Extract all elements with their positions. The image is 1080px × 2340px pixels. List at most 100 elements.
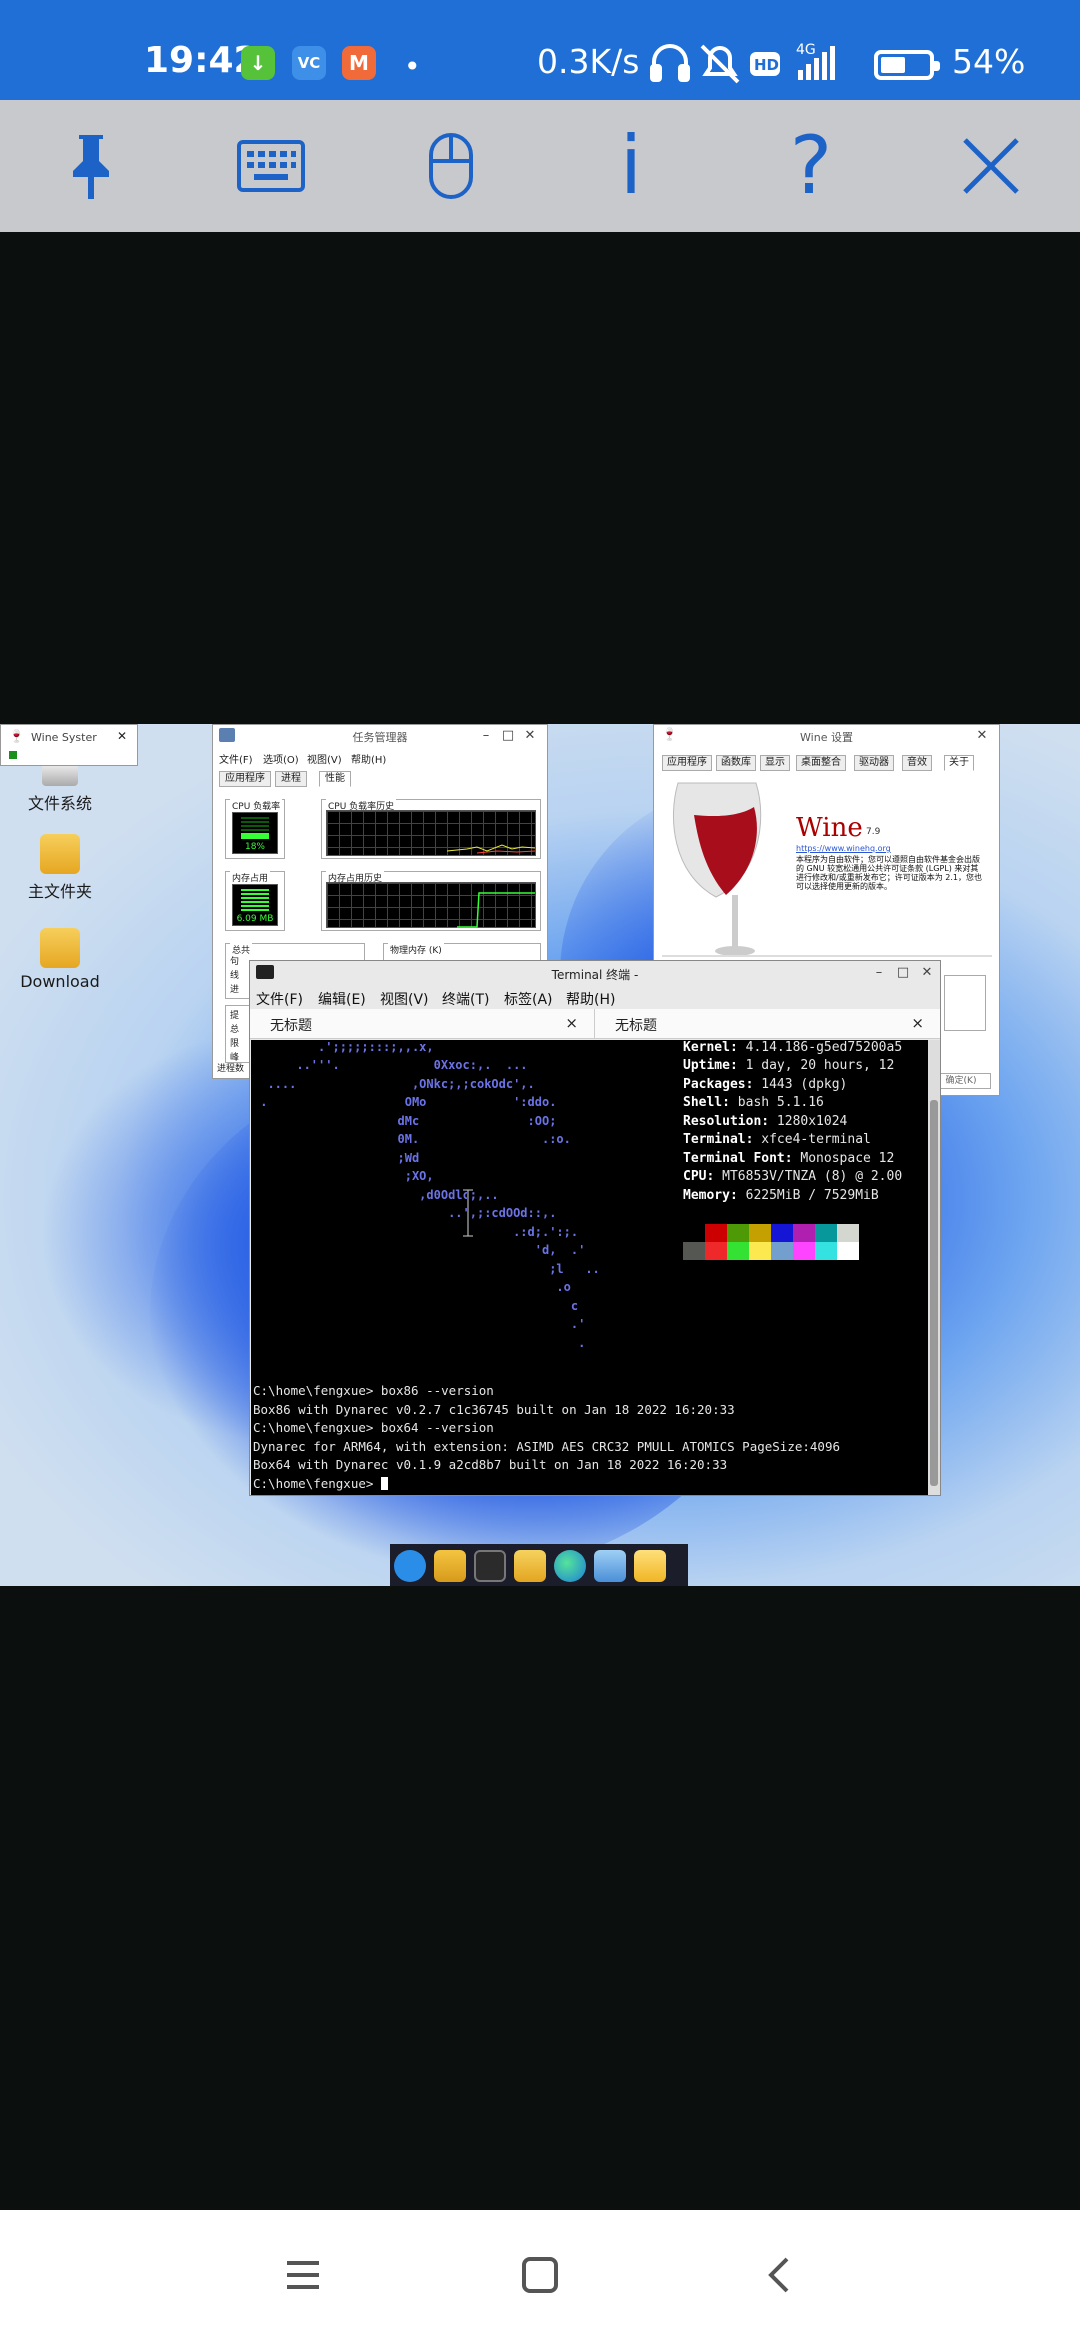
window-title: Wine Syster [31,731,97,744]
color-swatch [683,1224,705,1242]
tab-close-icon[interactable]: × [911,1014,924,1032]
help-button[interactable]: ? [766,124,856,208]
status-bar: 19:42 ↓ VC M • 0.3K/s HD 4G 54% [0,0,1080,100]
minimize-button[interactable]: – [868,964,890,982]
logo-line: .... ,ONkc;,;cokOdc',. [253,1077,535,1091]
logo-line: ;l .. [253,1262,600,1276]
tab-audio[interactable]: 音效 [902,755,932,771]
close-session-button[interactable] [946,124,1036,208]
memory-usage-group: 内存占用 6.09 MB [225,871,285,931]
color-swatch [815,1242,837,1260]
terminal-icon[interactable] [474,1550,506,1582]
info-shell: Shell: bash 5.1.16 [683,1095,824,1110]
tab-performance[interactable]: 性能 [319,771,351,787]
tab-about[interactable]: 关于 [944,755,974,771]
minimize-button[interactable]: – [475,727,497,745]
menu-edit[interactable]: 编辑(E) [318,989,366,1009]
recents-button[interactable] [270,2242,336,2308]
close-button[interactable]: ✕ [916,964,938,982]
tab-processes[interactable]: 进程 [275,771,307,787]
menu-view[interactable]: 视图(V) [307,751,342,766]
desktop-icon-label: 文件系统 [27,794,92,813]
info-box [944,975,986,1031]
maximize-button[interactable]: □ [497,727,519,745]
keyboard-button[interactable] [226,124,316,208]
tab-libraries[interactable]: 函数库 [716,755,756,771]
status-process-count: 进程数 [217,1064,245,1074]
terminal-output[interactable]: .';;;;;:::;,,.x, ..'''. 0Xxoc:,. ... ...… [251,1040,929,1495]
menu-file[interactable]: 文件(F) [256,989,303,1009]
menu-options[interactable]: 选项(O) [263,751,299,766]
navigation-bar [0,2210,1080,2340]
tab-graphics[interactable]: 显示 [760,755,790,771]
logo-line: 0M. .:o. [253,1132,571,1146]
menu-tabs[interactable]: 标签(A) [504,989,553,1009]
close-icon[interactable]: ✕ [117,729,127,743]
stat-label: 句 [230,957,240,967]
color-swatch [815,1224,837,1242]
color-swatch [793,1224,815,1242]
desktop-icon-home[interactable]: 主文件夹 [10,834,110,902]
terminal-window[interactable]: Terminal 终端 - – □ ✕ 文件(F) 编辑(E) 视图(V) 终端… [249,960,941,1496]
battery-percent: 54% [952,42,1026,81]
prompt-line[interactable]: C:\home\fengxue> [253,1476,388,1491]
memory-history-group: 内存占用历史 [321,871,541,931]
cpu-history-graph [326,810,536,856]
signal-icon: 4G [796,42,835,80]
menu-view[interactable]: 视图(V) [380,989,429,1009]
group-label: 物理内存 (K) [388,943,444,956]
back-button[interactable] [745,2242,811,2308]
tab-untitled-1[interactable]: 无标题 × [250,1009,595,1039]
info-resolution: Resolution: 1280x1024 [683,1114,848,1129]
svg-text:HD: HD [754,56,779,74]
tab-desktop-integration[interactable]: 桌面整合 [796,755,846,771]
output-line: C:\home\fengxue> box64 --version [253,1420,494,1435]
menu-help[interactable]: 帮助(H) [566,989,615,1009]
winehq-link[interactable]: https://www.winehq.org [796,844,891,853]
wine-system-window[interactable]: 🍷 Wine Syster ✕ [0,724,138,766]
menu-terminal[interactable]: 终端(T) [442,989,489,1009]
memory-history-graph [326,882,536,928]
wine-icon[interactable] [594,1550,626,1582]
battery-icon [874,50,940,80]
group-label: 内存占用 [230,871,271,884]
wine-glass-icon: 🍷 [9,729,24,743]
tab-drives[interactable]: 驱动器 [854,755,894,771]
desktop-icon-download[interactable]: Download [10,928,110,991]
logo-line: ;XO, [253,1169,434,1183]
info-button[interactable]: i [586,124,676,208]
logo-line: .';;;;;:::;,,.x, [253,1040,434,1054]
start-icon[interactable] [394,1550,426,1582]
maximize-button[interactable]: □ [892,964,914,982]
mouse-button[interactable] [406,124,496,208]
memory-value: 6.09 MB [236,914,274,924]
close-button[interactable]: ✕ [971,727,993,745]
color-swatch [793,1242,815,1260]
edge-browser-icon[interactable] [554,1550,586,1582]
menu-help[interactable]: 帮助(H) [351,751,386,766]
home-folder-icon [40,834,80,874]
tab-untitled-2[interactable]: 无标题 × [595,1009,940,1039]
tab-close-icon[interactable]: × [565,1014,578,1032]
output-line: Box86 with Dynarec v0.2.7 c1c36745 built… [253,1402,735,1417]
home-button[interactable] [507,2242,573,2308]
title-bar[interactable]: 任务管理器 – □ ✕ [213,725,547,747]
screen: 19:42 ↓ VC M • 0.3K/s HD 4G 54% i ? 文件系统… [0,0,1080,2340]
shop-app-notification-icon: M [342,46,376,80]
folder-icon[interactable] [514,1550,546,1582]
close-button[interactable]: ✕ [519,727,541,745]
stat-label: 总 [230,1025,240,1035]
tab-applications[interactable]: 应用程序 [662,755,712,771]
terminal-scrollbar[interactable] [928,1040,940,1495]
file-manager-icon[interactable] [434,1550,466,1582]
title-bar[interactable]: Terminal 终端 - – □ ✕ [250,961,940,985]
menu-file[interactable]: 文件(F) [219,751,253,766]
pin-button[interactable] [46,124,136,208]
scrollbar-thumb[interactable] [930,1100,938,1486]
title-bar[interactable]: 🍷 Wine 设置 ✕ [654,725,999,747]
color-swatch [749,1224,771,1242]
desktop-icon-filesystem[interactable]: 文件系统 [10,764,110,814]
notes-icon[interactable] [634,1550,666,1582]
tab-applications[interactable]: 应用程序 [219,771,271,787]
color-swatch [727,1224,749,1242]
